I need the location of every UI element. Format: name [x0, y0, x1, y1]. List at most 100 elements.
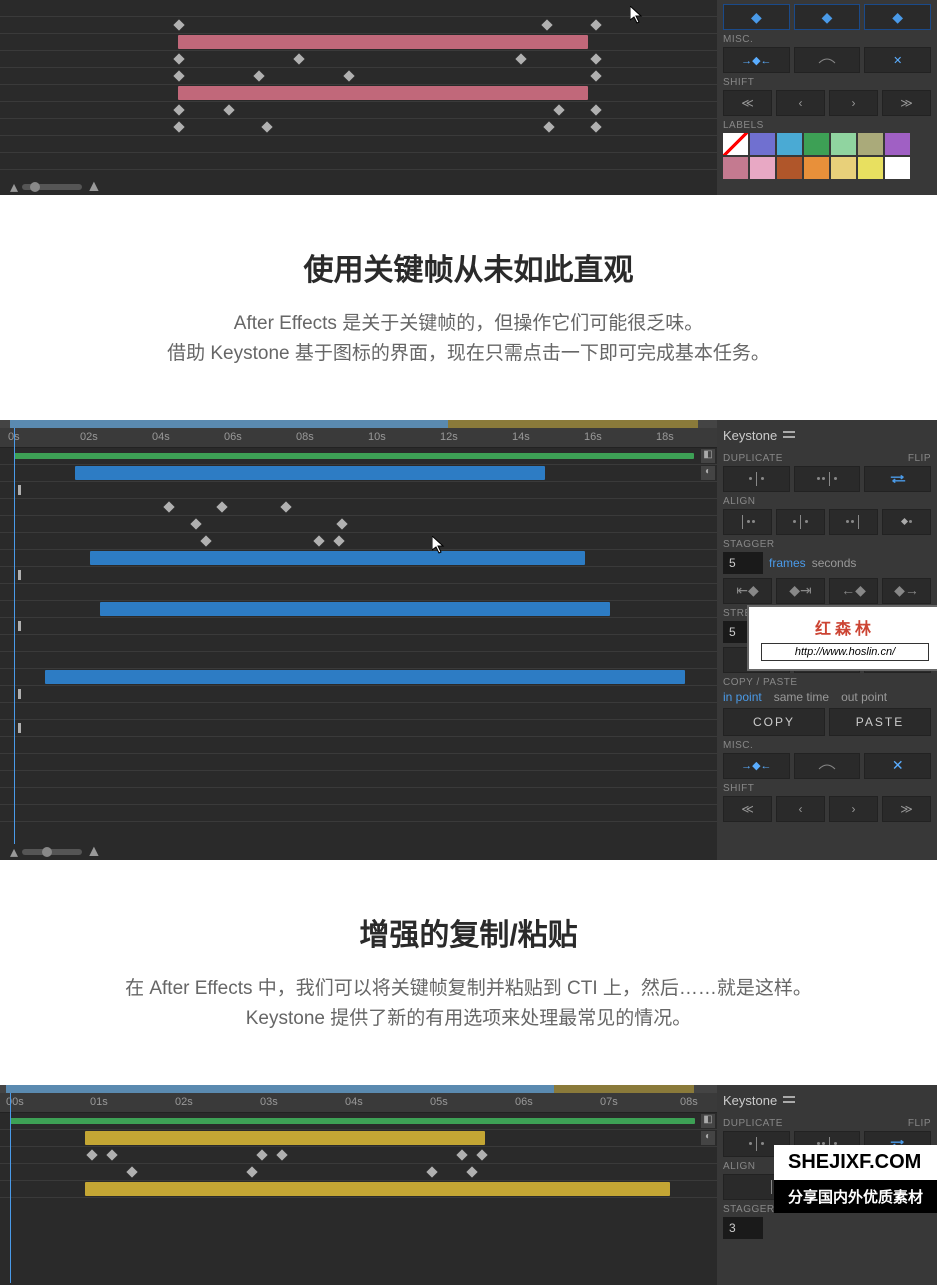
keystone-panel-1: ◆ ◆ ◆ MISC. →◆← ✕ SHIFT ≪ ‹ › ≫ LABELS [717, 0, 937, 195]
shift-prev-btn[interactable]: ‹ [776, 90, 825, 116]
label-color[interactable] [723, 157, 748, 179]
paragraph-1a: After Effects 是关于关键帧的，但操作它们可能很乏味。 [20, 309, 917, 339]
label-color[interactable] [750, 157, 775, 179]
misc-label: MISC. [723, 740, 931, 751]
timeline-1[interactable]: ▴ ▲ [0, 0, 717, 195]
zoom-in-icon[interactable]: ▲ [86, 178, 102, 196]
stagger-input[interactable] [723, 552, 763, 574]
button[interactable]: ◆ [723, 4, 790, 30]
duplicate-label: DUPLICATE [723, 453, 783, 464]
playhead[interactable] [14, 428, 15, 848]
label-color[interactable] [831, 133, 856, 155]
stagger-input[interactable] [723, 1217, 763, 1239]
button[interactable]: ◆ [794, 4, 861, 30]
shift-last-btn[interactable]: ≫ [882, 90, 931, 116]
frames-unit[interactable]: frames [769, 556, 806, 570]
align-label: ALIGN [723, 496, 931, 507]
mouse-cursor-icon [432, 536, 446, 559]
watermark-1: 红森林 http://www.hoslin.cn/ [747, 605, 937, 671]
side-icon[interactable]: ◧ [701, 1114, 715, 1128]
screenshot-1: ▴ ▲ ◆ ◆ ◆ MISC. →◆← ✕ SHIFT ≪ ‹ › ≫ [0, 0, 937, 195]
stagger-btn-4[interactable]: ◆→ [882, 578, 931, 604]
duplicate-btn-1[interactable] [723, 466, 790, 492]
seconds-unit[interactable]: seconds [812, 556, 857, 570]
heading-2: 增强的复制/粘贴 [20, 910, 917, 954]
label-color[interactable] [858, 157, 883, 179]
copy-button[interactable]: COPY [723, 708, 825, 736]
shift-next-btn[interactable]: › [829, 90, 878, 116]
same-time-tab[interactable]: same time [774, 690, 829, 704]
timeline-3[interactable]: 00s 01s 02s 03s 04s 05s 06s 07s 08s ◧ ◐ [0, 1085, 717, 1285]
misc-btn-3[interactable]: ✕ [864, 753, 931, 779]
menu-icon[interactable] [783, 430, 795, 440]
align-btn-2[interactable] [776, 509, 825, 535]
zoom-out-icon[interactable]: ▴ [10, 842, 18, 862]
panel-title: Keystone [723, 428, 777, 443]
shift-prev-btn[interactable]: ‹ [776, 796, 825, 822]
duplicate-label: DUPLICATE [723, 1118, 783, 1129]
stagger-btn-1[interactable]: ⇤◆ [723, 578, 772, 604]
side-icon[interactable]: ◐ [701, 466, 715, 480]
shift-label: SHIFT [723, 783, 931, 794]
align-btn-4[interactable] [882, 509, 931, 535]
labels-label: LABELS [723, 120, 931, 131]
side-icon[interactable]: ◧ [701, 449, 715, 463]
stagger-btn-2[interactable]: ◆⇥ [776, 578, 825, 604]
time-ruler[interactable]: 00s 01s 02s 03s 04s 05s 06s 07s 08s [0, 1093, 717, 1113]
paragraph-1b: 借助 Keystone 基于图标的界面，现在只需点击一下即可完成基本任务。 [20, 339, 917, 369]
misc-btn-2[interactable] [794, 47, 861, 73]
duplicate-btn-2[interactable] [794, 466, 861, 492]
in-point-tab[interactable]: in point [723, 690, 762, 704]
out-point-tab[interactable]: out point [841, 690, 887, 704]
side-icon[interactable]: ◐ [701, 1131, 715, 1145]
label-color[interactable] [885, 133, 910, 155]
labels-grid [723, 133, 931, 179]
zoom-slider[interactable] [22, 184, 82, 190]
misc-btn-1[interactable]: →◆← [723, 753, 790, 779]
align-btn-3[interactable] [829, 509, 878, 535]
panel-title: Keystone [723, 1093, 777, 1108]
label-color[interactable] [777, 133, 802, 155]
flip-label: FLIP [908, 1118, 931, 1129]
shift-last-btn[interactable]: ≫ [882, 796, 931, 822]
paste-button[interactable]: PASTE [829, 708, 931, 736]
flip-btn[interactable] [864, 466, 931, 492]
watermark-title: 红森林 [761, 615, 929, 639]
label-color[interactable] [858, 133, 883, 155]
misc-btn-2[interactable] [794, 753, 861, 779]
menu-icon[interactable] [783, 1095, 795, 1105]
label-color[interactable] [804, 157, 829, 179]
label-color[interactable] [750, 133, 775, 155]
shift-first-btn[interactable]: ≪ [723, 90, 772, 116]
copy-paste-label: COPY / PASTE [723, 677, 931, 688]
label-color[interactable] [831, 157, 856, 179]
screenshot-2: 0s 02s 04s 06s 08s 10s 12s 14s 16s 18s ◧… [0, 420, 937, 860]
misc-btn-1[interactable]: →◆← [723, 47, 790, 73]
watermark-slogan: 分享国内外优质素材 [774, 1180, 937, 1213]
zoom-in-icon[interactable]: ▲ [86, 843, 102, 861]
time-ruler[interactable]: 0s 02s 04s 06s 08s 10s 12s 14s 16s 18s [0, 428, 717, 448]
shift-next-btn[interactable]: › [829, 796, 878, 822]
heading-1: 使用关键帧从未如此直观 [20, 245, 917, 289]
label-color[interactable] [804, 133, 829, 155]
mouse-cursor-icon [630, 6, 644, 29]
label-color[interactable] [777, 157, 802, 179]
misc-btn-3[interactable]: ✕ [864, 47, 931, 73]
paragraph-2a: 在 After Effects 中，我们可以将关键帧复制并粘贴到 CTI 上，然… [20, 974, 917, 1004]
timeline-2[interactable]: 0s 02s 04s 06s 08s 10s 12s 14s 16s 18s ◧… [0, 420, 717, 860]
shift-first-btn[interactable]: ≪ [723, 796, 772, 822]
button[interactable]: ◆ [864, 4, 931, 30]
text-section-2: 增强的复制/粘贴 在 After Effects 中，我们可以将关键帧复制并粘贴… [0, 860, 937, 1085]
work-area-bar[interactable] [0, 1085, 717, 1093]
label-color[interactable] [885, 157, 910, 179]
zoom-slider[interactable] [22, 849, 82, 855]
flip-label: FLIP [908, 453, 931, 464]
align-btn-1[interactable] [723, 509, 772, 535]
zoom-out-icon[interactable]: ▴ [10, 177, 18, 197]
stagger-label: STAGGER [723, 539, 931, 550]
label-color-none[interactable] [723, 133, 748, 155]
playhead[interactable] [10, 1093, 11, 1283]
work-area-bar[interactable] [0, 420, 717, 428]
stagger-btn-3[interactable]: ←◆ [829, 578, 878, 604]
keystone-panel-2: Keystone DUPLICATE FLIP ALIGN STAGGER [717, 420, 937, 860]
